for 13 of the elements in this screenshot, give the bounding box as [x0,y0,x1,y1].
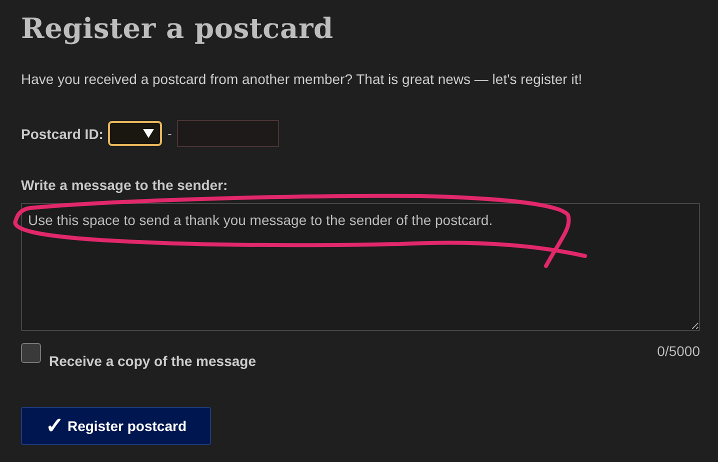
message-field[interactable]: Use this space to send a thank you message to the sender of the postcard. [21,203,700,331]
postcard-id-label: Postcard ID: [21,126,104,142]
page-title: Register a postcard [21,11,334,45]
character-counter: 0/5000 [657,343,700,359]
caret-icon [143,129,154,138]
copy-checkbox[interactable] [21,343,41,363]
copy-checkbox-label: Receive a copy of the message [49,353,256,369]
prefix-dropdown[interactable] [108,121,162,146]
postcard-number-field[interactable] [176,120,279,147]
separator-text: - [167,126,172,141]
message-label: Write a message to the sender: [21,177,229,193]
intro-text: Have you received a postcard from another member? That is great news — let's register it! [21,71,584,87]
register-button[interactable]: ✓ Register postcard [21,407,211,445]
